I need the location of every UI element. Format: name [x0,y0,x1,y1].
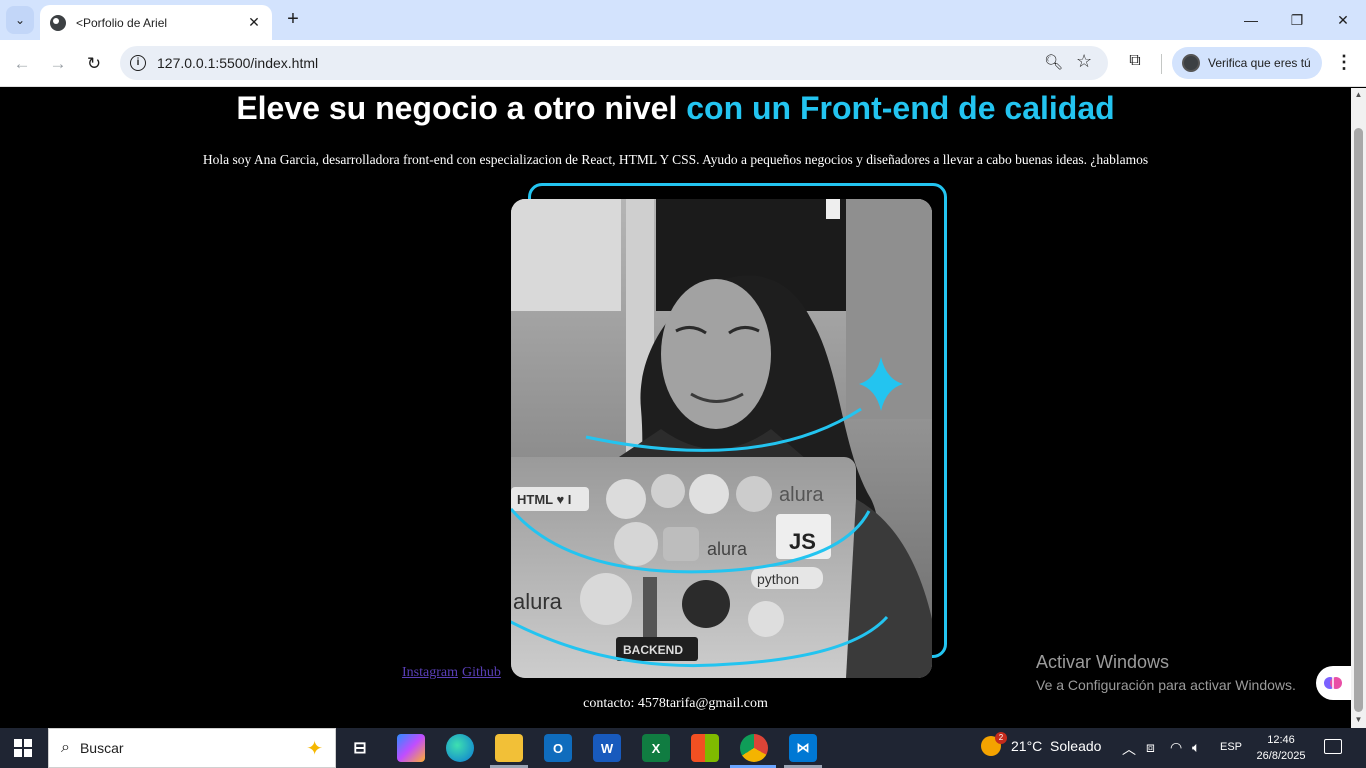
address-bar[interactable]: i 127.0.0.1:5500/index.html 🔍︎ ☆ [120,46,1108,80]
sticker-js: JS [789,529,816,554]
browser-toolbar: ← → ↻ i 127.0.0.1:5500/index.html 🔍︎ ☆ ⧉… [0,40,1366,87]
sticker-alura-1: alura [779,484,824,506]
outlook-icon[interactable]: O [544,734,572,762]
weather-widget[interactable]: 2 21°C Soleado [981,732,1102,756]
vscode-icon[interactable]: ⋈ [789,734,817,762]
sticker-html: HTML ♥ I [517,492,571,507]
restore-button[interactable]: ❐ [1275,8,1319,32]
hero-photo-illustration: HTML ♥ I alura JS alura python alura BAC… [511,199,932,678]
minimize-button[interactable]: — [1229,8,1273,32]
watermark-title: Activar Windows [1036,652,1170,672]
hero-photo: HTML ♥ I alura JS alura python alura BAC… [511,199,932,678]
tab-title: <Porfolio de Ariel [76,15,168,30]
watermark-subtitle: Ve a Configuración para activar Windows. [1036,677,1296,693]
intro-paragraph: Hola soy Ana Garcia, desarrolladora fron… [202,152,1149,167]
back-button[interactable]: ← [10,52,34,76]
tab-search-button[interactable]: ⌄ [6,6,34,34]
clock-time: 12:46 [1267,734,1295,746]
new-tab-button[interactable]: + [282,8,304,32]
sparkle-icon: ✦ [306,737,323,760]
scroll-thumb[interactable] [1354,128,1363,712]
close-tab-icon[interactable]: ✕ [246,14,262,31]
toolbar-divider [1161,54,1162,74]
active-tab[interactable]: <Porfolio de Ariel ✕ [40,5,272,40]
file-explorer-icon[interactable] [495,734,523,762]
windows-taskbar: ⌕ Buscar ✦ ⊟ O W X ⋈ 2 21°C Soleado ︿ ⧈ … [0,728,1366,768]
wifi-icon[interactable]: ◠ [1170,739,1182,756]
task-view-icon[interactable]: ⊟ [346,734,374,762]
sticker-backend: BACKEND [623,643,683,657]
profile-label: Verifica que eres tú [1208,56,1311,70]
chevron-up-icon[interactable]: ︿ [1122,739,1136,759]
instagram-link[interactable]: Instagram [402,665,458,680]
search-icon: ⌕ [61,739,70,756]
volume-icon[interactable]: 🔈︎ [1192,739,1200,756]
brain-icon [1324,677,1342,689]
social-links: Instagram Github [402,665,505,681]
avatar [1182,54,1200,72]
headline-accent: con un Front-end de calidad [686,90,1115,126]
chevron-down-icon: ⌄ [14,13,26,27]
sun-icon: 2 [981,732,1007,756]
search-placeholder: Buscar [79,740,124,756]
url-text[interactable]: 127.0.0.1:5500/index.html [157,55,318,71]
chrome-icon[interactable] [740,734,768,762]
copilot-icon[interactable] [397,734,425,762]
clock-date: 26/8/2025 [1256,750,1306,762]
word-icon[interactable]: W [593,734,621,762]
reload-button[interactable]: ↻ [82,52,106,76]
notifications-icon[interactable] [1324,739,1342,754]
bookmark-star-icon[interactable]: ☆ [1076,51,1092,72]
zoom-icon[interactable]: 🔍︎ [1044,53,1063,71]
taskbar-search[interactable]: ⌕ Buscar ✦ [48,728,336,768]
headline-main: Eleve su negocio a otro nivel [236,90,678,126]
windows-start-icon[interactable] [14,739,32,757]
microsoft-store-icon[interactable] [691,734,719,762]
sticker-alura-2: alura [707,539,748,559]
page-viewport: Eleve su negocio a otro nivel con un Fro… [0,88,1351,728]
contact-text: contacto: 4578tarifa@gmail.com [583,696,768,711]
extensions-icon[interactable]: ⧉ [1124,52,1146,74]
close-window-button[interactable]: ✕ [1321,8,1365,32]
more-menu-icon[interactable]: ⋮ [1334,52,1354,74]
forward-button[interactable]: → [46,52,70,76]
meet-icon[interactable]: ⧈ [1146,739,1155,756]
excel-icon[interactable]: X [642,734,670,762]
tab-strip: ⌄ <Porfolio de Ariel ✕ + — ❐ ✕ [0,0,1366,40]
clock[interactable]: 12:46 26/8/2025 [1253,732,1309,764]
site-info-icon[interactable]: i [130,55,146,71]
sticker-python: python [757,571,799,587]
edge-icon[interactable] [446,734,474,762]
scroll-up-icon[interactable]: ▲ [1354,90,1363,99]
sticker-alura-3: alura [513,589,563,614]
scroll-down-icon[interactable]: ▼ [1354,715,1363,724]
copilot-side-button[interactable] [1316,666,1351,700]
weather-text: 21°C Soleado [1011,738,1102,754]
windows-activation-watermark: Activar Windows Ve a Configuración para … [1036,652,1296,693]
language-indicator[interactable]: ESP [1220,741,1242,753]
weather-badge: 2 [995,732,1007,744]
github-link[interactable]: Github [462,665,501,680]
globe-icon [50,14,66,31]
page-scrollbar[interactable]: ▲ ▼ [1351,88,1366,728]
hero-headline: Eleve su negocio a otro nivel con un Fro… [0,90,1351,127]
profile-button[interactable]: Verifica que eres tú [1172,47,1322,79]
